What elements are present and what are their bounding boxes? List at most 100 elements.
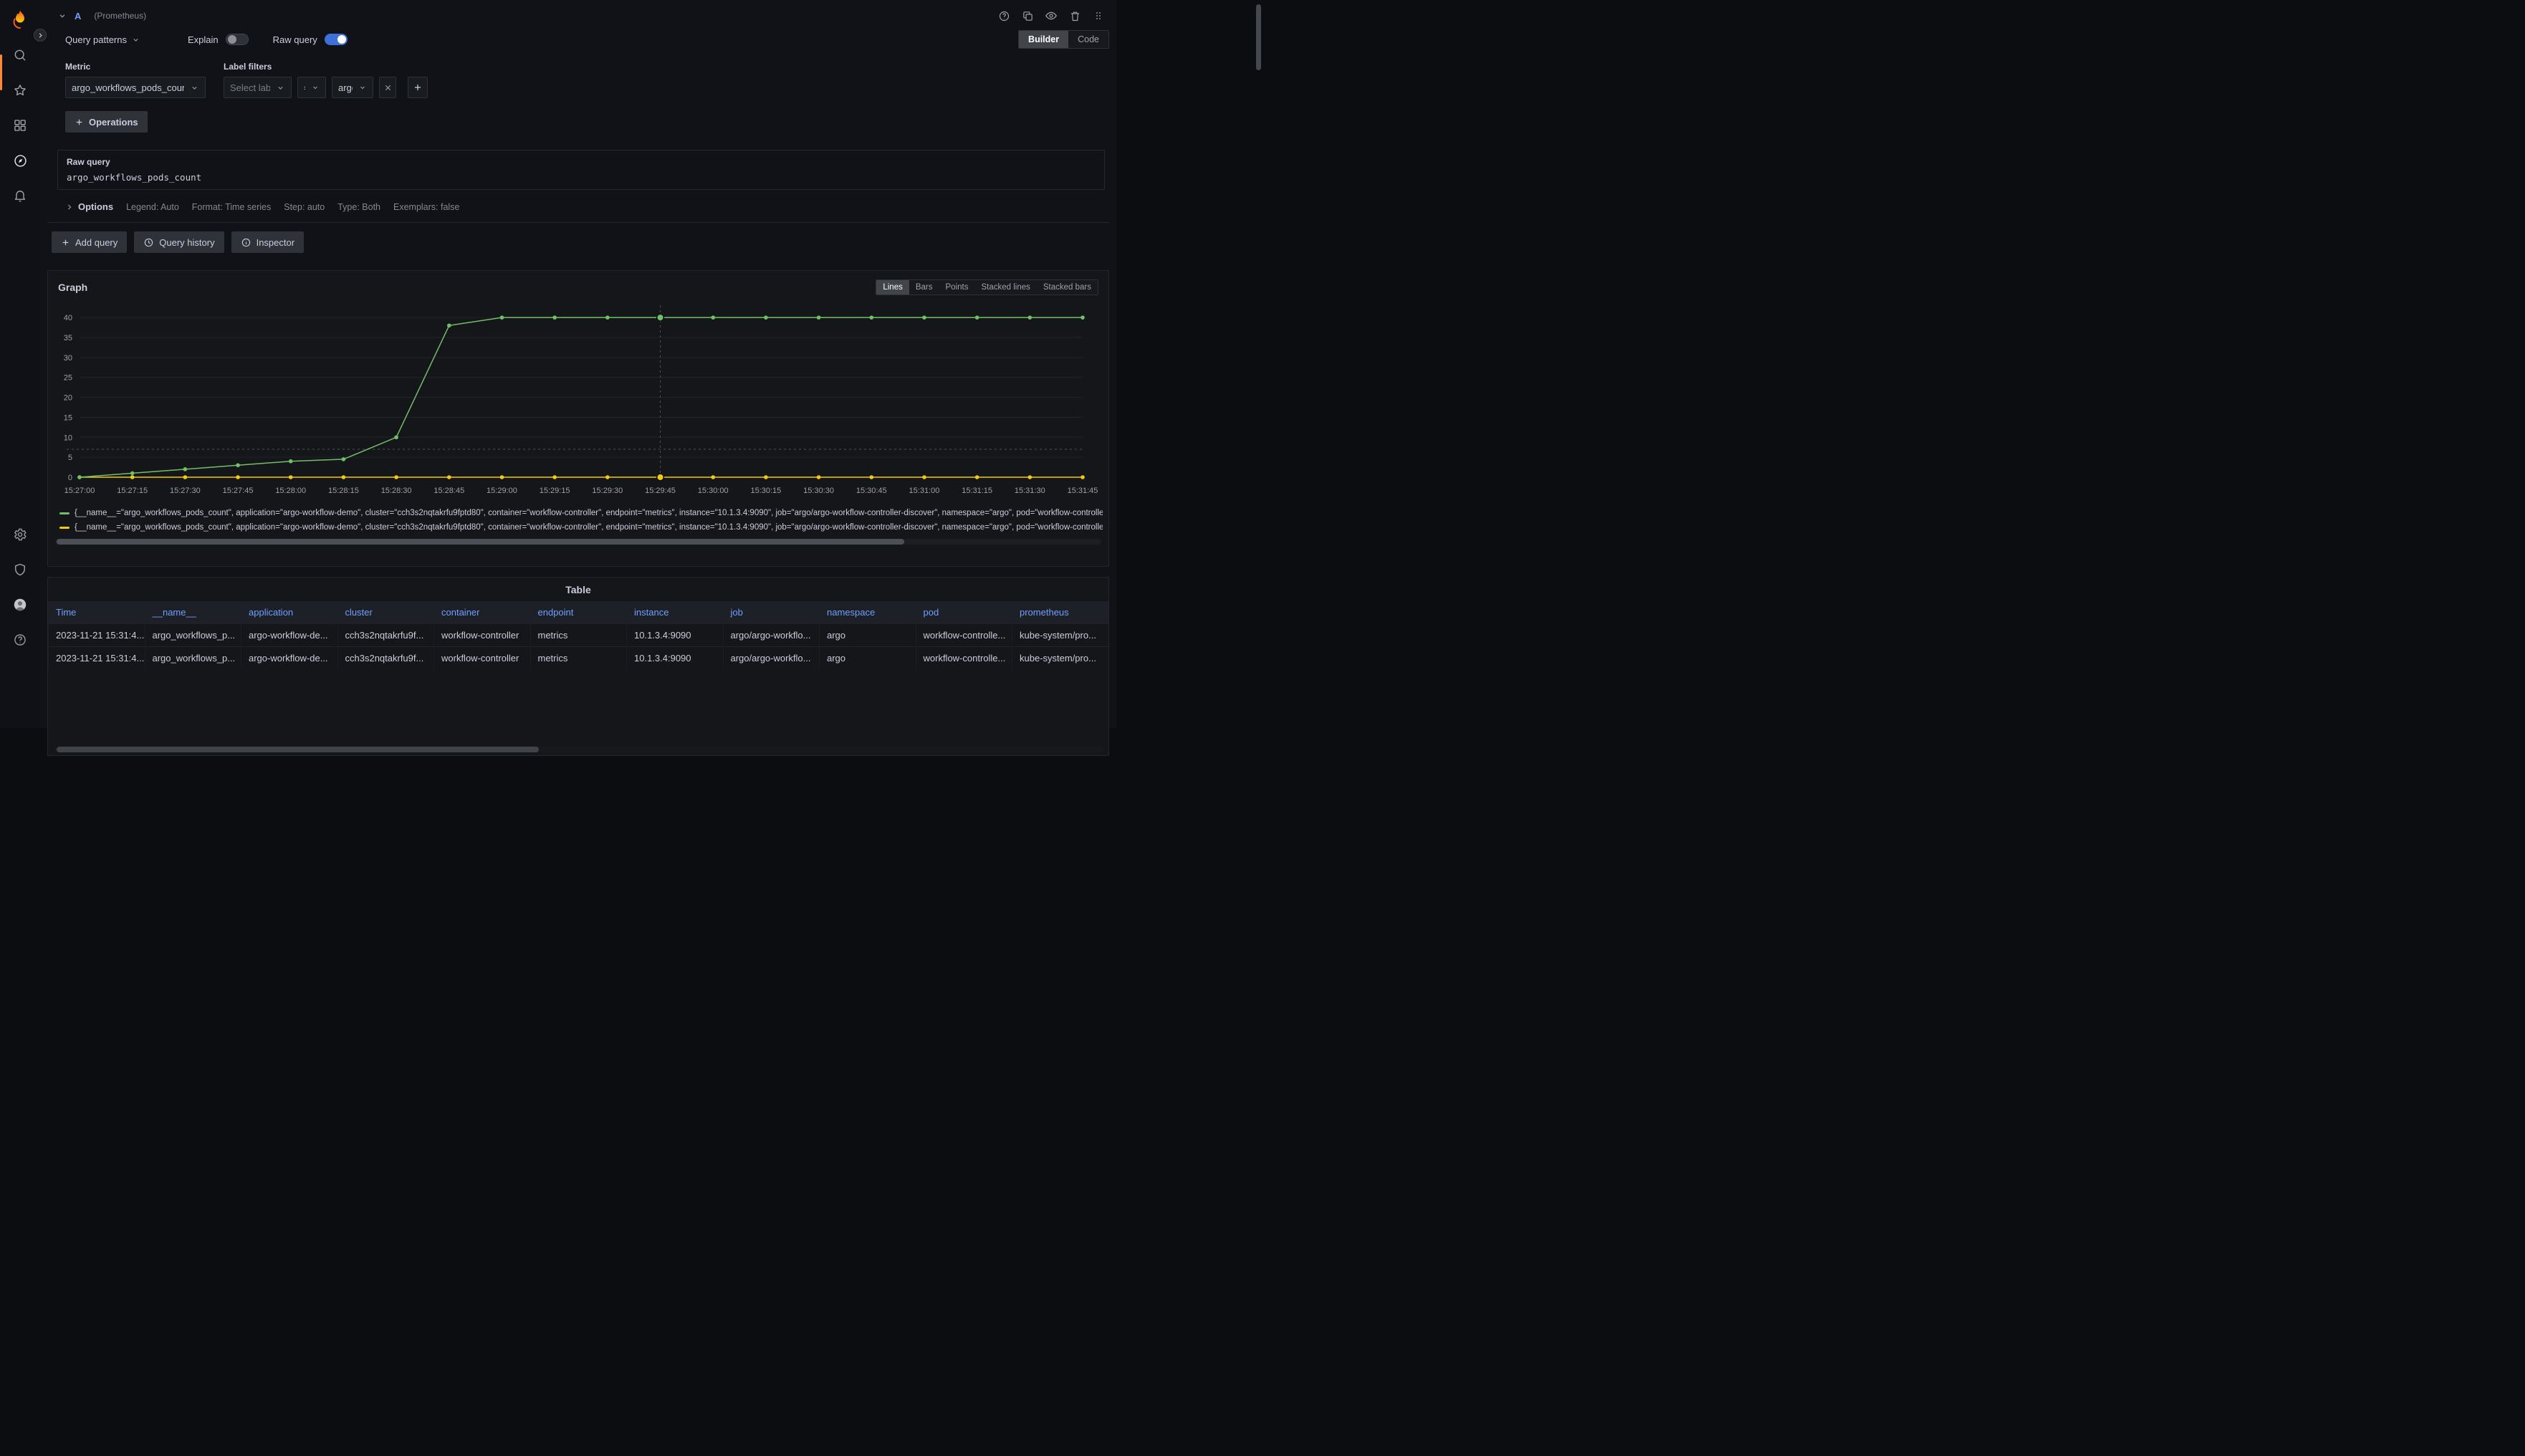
help-icon[interactable]	[12, 632, 28, 648]
viz-tab-bars[interactable]: Bars	[909, 280, 939, 294]
label-value-select[interactable]: argo	[332, 77, 373, 98]
table-column-header[interactable]: job	[723, 601, 820, 624]
metric-label: Metric	[65, 62, 206, 72]
user-avatar[interactable]	[12, 597, 28, 613]
viz-switcher: LinesBarsPointsStacked linesStacked bars	[876, 279, 1098, 295]
legend-color-swatch	[59, 527, 70, 529]
label-value: argo	[338, 82, 353, 93]
legend-item[interactable]: {__name__="argo_workflows_pods_count", a…	[59, 506, 1103, 520]
table-column-header[interactable]: prometheus	[1012, 601, 1109, 624]
table-column-header[interactable]: pod	[916, 601, 1012, 624]
security-shield-icon[interactable]	[12, 562, 28, 578]
operations-button[interactable]: Operations	[65, 111, 148, 133]
table-body: 2023-11-21 15:31:4...argo_workflows_p...…	[49, 624, 1109, 670]
raw-query-preview: Raw query argo_workflows_pods_count	[57, 150, 1105, 190]
raw-query-toggle[interactable]	[325, 34, 348, 45]
explore-actions: Add query Query history Inspector	[47, 231, 1109, 253]
table-cell: workflow-controller	[434, 647, 531, 670]
alerting-bell-icon[interactable]	[12, 188, 28, 203]
metric-select[interactable]: argo_workflows_pods_count	[65, 77, 206, 98]
expand-sidebar-button[interactable]	[34, 29, 47, 42]
favorites-star-icon[interactable]	[12, 82, 28, 98]
table-column-header[interactable]: __name__	[145, 601, 241, 624]
page-vertical-scrollbar[interactable]	[1256, 3, 1261, 725]
dashboards-icon[interactable]	[12, 118, 28, 133]
viz-tab-stacked-lines[interactable]: Stacked lines	[974, 280, 1036, 294]
add-filter-button[interactable]	[408, 77, 428, 98]
explore-compass-icon[interactable]	[12, 153, 28, 168]
query-patterns-label: Query patterns	[65, 34, 127, 45]
grafana-logo-icon[interactable]	[9, 9, 31, 30]
svg-text:15:27:15: 15:27:15	[117, 487, 148, 495]
table-cell: cch3s2nqtakrfu9f...	[337, 647, 434, 670]
query-help-icon[interactable]	[997, 9, 1010, 22]
viz-tab-points[interactable]: Points	[939, 280, 975, 294]
toggle-knob	[228, 35, 236, 44]
settings-gear-icon[interactable]	[12, 527, 28, 542]
add-query-button[interactable]: Add query	[52, 231, 127, 253]
table-horizontal-scrollbar[interactable]	[54, 747, 1103, 752]
table-column-header[interactable]: namespace	[820, 601, 916, 624]
legend-label: {__name__="argo_workflows_pods_count", a…	[75, 523, 1103, 532]
table-column-header[interactable]: cluster	[337, 601, 434, 624]
scrollbar-thumb[interactable]	[1256, 4, 1261, 70]
option-summary-item: Type: Both	[337, 202, 380, 212]
svg-text:15:27:30: 15:27:30	[170, 487, 201, 495]
svg-text:40: 40	[64, 314, 72, 322]
svg-text:15:31:00: 15:31:00	[909, 487, 940, 495]
viz-tab-stacked-bars[interactable]: Stacked bars	[1037, 280, 1098, 294]
table-column-header[interactable]: Time	[49, 601, 145, 624]
inspector-button[interactable]: Inspector	[231, 231, 304, 253]
scrollbar-thumb[interactable]	[57, 539, 904, 545]
table-header-row: Time__name__applicationclustercontainere…	[49, 601, 1109, 624]
sidebar	[0, 0, 40, 728]
table-cell: workflow-controlle...	[916, 647, 1012, 670]
graph-panel-header: Graph LinesBarsPointsStacked linesStacke…	[54, 277, 1103, 298]
table-cell: argo/argo-workflo...	[723, 647, 820, 670]
table-cell: metrics	[530, 624, 627, 647]
operations-button-label: Operations	[89, 117, 138, 128]
graph-horizontal-scrollbar[interactable]	[55, 539, 1101, 545]
options-label: Options	[78, 201, 113, 212]
table-row[interactable]: 2023-11-21 15:31:4...argo_workflows_p...…	[49, 624, 1109, 647]
table-cell: argo_workflows_p...	[145, 647, 241, 670]
label-filter-row: Select label = argo	[224, 77, 428, 98]
explain-label: Explain	[188, 34, 219, 45]
info-circle-icon	[241, 237, 251, 248]
explain-toggle[interactable]	[226, 34, 249, 45]
label-name-select[interactable]: Select label	[224, 77, 292, 98]
table-cell: workflow-controller	[434, 624, 531, 647]
svg-text:15:31:30: 15:31:30	[1015, 487, 1045, 495]
code-mode-button[interactable]: Code	[1068, 31, 1108, 48]
hide-response-eye-icon[interactable]	[1045, 9, 1058, 22]
table-column-header[interactable]: instance	[627, 601, 724, 624]
builder-mode-button[interactable]: Builder	[1019, 31, 1068, 48]
graph-svg[interactable]: 051015202530354015:27:0015:27:1515:27:30…	[54, 301, 1104, 504]
query-patterns-dropdown[interactable]: Query patterns	[65, 34, 140, 45]
query-toolbar: Query patterns Explain Raw query Builder…	[47, 29, 1109, 50]
duplicate-query-icon[interactable]	[1021, 9, 1034, 22]
table-column-header[interactable]: application	[241, 601, 338, 624]
explore-pane: A (Prometheus) Query patterns Explain Ra…	[40, 0, 1116, 728]
graph-panel: Graph LinesBarsPointsStacked linesStacke…	[47, 270, 1109, 567]
collapse-query-chevron-icon[interactable]	[57, 11, 67, 21]
table-column-header[interactable]: container	[434, 601, 531, 624]
svg-text:15:28:15: 15:28:15	[328, 487, 359, 495]
scrollbar-thumb[interactable]	[57, 747, 539, 752]
chevron-down-icon	[190, 83, 199, 92]
operator-select[interactable]: =	[297, 77, 326, 98]
remove-query-trash-icon[interactable]	[1068, 9, 1081, 22]
table-column-header[interactable]: endpoint	[530, 601, 627, 624]
svg-text:15:28:30: 15:28:30	[381, 487, 412, 495]
table-row[interactable]: 2023-11-21 15:31:4...argo_workflows_p...…	[49, 647, 1109, 670]
remove-filter-button[interactable]	[379, 77, 396, 98]
legend-item[interactable]: {__name__="argo_workflows_pods_count", a…	[59, 520, 1103, 535]
search-icon[interactable]	[12, 47, 28, 63]
query-history-button[interactable]: Query history	[134, 231, 224, 253]
options-toggle[interactable]: Options	[65, 201, 113, 212]
query-row-actions	[997, 9, 1105, 22]
query-name[interactable]: A	[75, 11, 81, 21]
drag-handle-icon[interactable]	[1092, 9, 1105, 22]
svg-text:15:29:15: 15:29:15	[540, 487, 570, 495]
viz-tab-lines[interactable]: Lines	[876, 280, 909, 294]
